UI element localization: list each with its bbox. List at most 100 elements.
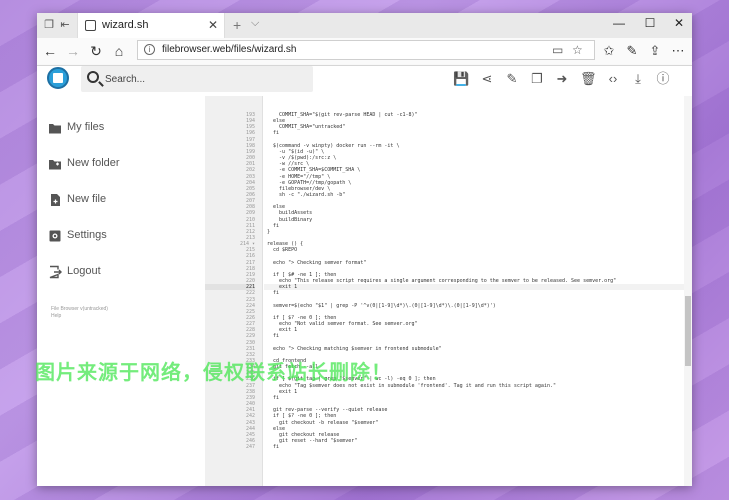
tab-close-icon[interactable]: ✕ <box>208 18 218 32</box>
code-line[interactable]: 193 COMMIT_SHA="$(git rev-parse HEAD | c… <box>205 112 692 118</box>
code-line[interactable]: 212} <box>205 229 692 235</box>
sidebar-item-new-folder[interactable]: New folder <box>37 152 205 176</box>
line-number: 194 <box>245 118 255 125</box>
code-line[interactable]: 239 fi <box>205 395 692 401</box>
code-line[interactable]: 226 if [ $? -ne 0 ]; then <box>205 315 692 321</box>
maximize-icon[interactable]: ☐ <box>640 16 660 30</box>
line-number: 199 <box>245 148 255 155</box>
favorites-icon[interactable]: ✩ <box>600 43 618 59</box>
code-line[interactable]: 200 -v /$(pwd):/src:z \ <box>205 155 692 161</box>
download-icon[interactable]: ⤓ <box>630 71 646 87</box>
pen-notes-icon[interactable]: ✎ <box>623 43 641 59</box>
more-options-icon[interactable]: ⋯ <box>669 43 687 59</box>
code-line[interactable]: 223 <box>205 297 692 303</box>
rename-icon[interactable]: ✎ <box>504 71 520 87</box>
share-page-icon[interactable]: ⇪ <box>646 43 664 59</box>
code-line[interactable]: 243 git checkout -b release "$semver" <box>205 420 692 426</box>
code-line[interactable]: 206 sh -c "./wizard.sh -b" <box>205 192 692 198</box>
code-line[interactable]: 196 fi <box>205 130 692 136</box>
line-number: 223 <box>245 296 255 303</box>
code-line[interactable]: 205 filebrowser/dev \ <box>205 186 692 192</box>
code-line[interactable]: 246 git reset --hard "$semver" <box>205 438 692 444</box>
line-code: if [ $? -ne 0 ]; then <box>267 413 337 420</box>
site-info-icon[interactable]: i <box>144 44 155 55</box>
code-line[interactable]: 227 echo "Not valid semver format. See s… <box>205 321 692 327</box>
code-line[interactable]: 216 <box>205 253 692 259</box>
code-line[interactable]: 195 COMMIT_SHA="untracked" <box>205 124 692 130</box>
code-line[interactable]: 198 $(command -v winpty) docker run --rm… <box>205 143 692 149</box>
home-icon[interactable]: ⌂ <box>110 43 128 59</box>
back-icon[interactable]: ← <box>41 43 59 59</box>
code-line[interactable]: 201 -w //src \ <box>205 161 692 167</box>
tab-back-icon[interactable]: ⇤ <box>59 19 71 31</box>
sidebar-item-settings[interactable]: Settings <box>37 224 205 248</box>
code-line[interactable]: 210 buildBinary <box>205 217 692 223</box>
new-tab-button[interactable]: + <box>233 17 241 33</box>
code-line[interactable]: 230 <box>205 340 692 346</box>
reading-view-icon[interactable]: ▭ <box>552 43 563 57</box>
browser-tab[interactable]: wizard.sh ✕ <box>77 13 225 38</box>
code-line[interactable]: 213 <box>205 235 692 241</box>
code-line[interactable]: 209 buildAssets <box>205 210 692 216</box>
save-icon[interactable]: 💾 <box>453 71 469 87</box>
info-icon[interactable]: ⓘ <box>655 71 671 87</box>
code-line[interactable]: 202 -e COMMIT_SHA=$COMMIT_SHA \ <box>205 167 692 173</box>
code-editor[interactable]: 193 COMMIT_SHA="$(git rev-parse HEAD | c… <box>205 96 692 486</box>
line-code: git rev-parse --verify --quiet release <box>267 407 388 414</box>
code-line[interactable]: 222 fi <box>205 290 692 296</box>
code-line[interactable]: 245 git checkout release <box>205 432 692 438</box>
code-line[interactable]: 208 else <box>205 204 692 210</box>
code-line[interactable]: 220 echo "This release script requires a… <box>205 278 692 284</box>
editor-scrollbar[interactable] <box>684 96 692 486</box>
line-number: 228 <box>245 327 255 334</box>
code-line[interactable]: 238 exit 1 <box>205 389 692 395</box>
search-input[interactable] <box>105 71 305 87</box>
delete-icon[interactable]: 🗑 <box>580 71 597 87</box>
help-link[interactable]: Help <box>51 313 61 319</box>
code-line[interactable]: 219 if [ $# -ne 1 ]; then <box>205 272 692 278</box>
code-line[interactable]: 224 semver=$(echo "$1" | grep -P '^v(0|[… <box>205 303 692 309</box>
code-line[interactable]: 207 <box>205 198 692 204</box>
minimize-icon[interactable]: — <box>609 16 629 30</box>
tab-actions-icon[interactable]: ❐ <box>43 19 55 31</box>
line-number: 210 <box>245 216 255 223</box>
sidebar-item-logout[interactable]: Logout <box>37 260 205 284</box>
code-line[interactable]: 247 fi <box>205 444 692 450</box>
code-line[interactable]: 229 fi <box>205 333 692 339</box>
share-icon[interactable]: ⋖ <box>479 71 495 87</box>
code-line[interactable]: 211 fi <box>205 223 692 229</box>
refresh-icon[interactable]: ↻ <box>87 43 105 60</box>
code-line[interactable]: 215 cd $REPO <box>205 247 692 253</box>
code-line[interactable]: 204 -e GOPATH=//tmp/gopath \ <box>205 180 692 186</box>
search-box[interactable] <box>81 66 313 92</box>
forward-icon[interactable]: → <box>64 43 82 59</box>
code-line[interactable]: 221 exit 1 <box>205 284 692 291</box>
line-number: 241 <box>245 407 255 414</box>
code-line[interactable]: 244 else <box>205 426 692 432</box>
line-code: echo "> Checking matching $semver in fro… <box>267 345 442 352</box>
copy-icon[interactable]: ❐ <box>529 71 545 87</box>
tab-list-button[interactable]: ⌵ <box>251 17 259 30</box>
code-line[interactable]: 240 <box>205 401 692 407</box>
code-line[interactable]: 199 -u "$(id -u)" \ <box>205 149 692 155</box>
sidebar-item-my-files[interactable]: My files <box>37 116 205 140</box>
code-line[interactable]: 194 else <box>205 118 692 124</box>
code-line[interactable]: 241 git rev-parse --verify --quiet relea… <box>205 407 692 413</box>
sidebar-item-new-file[interactable]: New file <box>37 188 205 212</box>
code-line[interactable]: 197 <box>205 137 692 143</box>
code-line[interactable]: 231 echo "> Checking matching $semver in… <box>205 346 692 352</box>
code-line[interactable]: 242 if [ $? -ne 0 ]; then <box>205 413 692 419</box>
code-line[interactable]: 218 <box>205 266 692 272</box>
url-field[interactable]: i filebrowser.web/files/wizard.sh ▭ ☆ <box>137 40 595 60</box>
code-line[interactable]: 217 echo "> Checking semver format" <box>205 260 692 266</box>
code-line[interactable]: 228 exit 1 <box>205 327 692 333</box>
move-icon[interactable]: ➜ <box>554 71 570 87</box>
close-window-icon[interactable]: ✕ <box>669 16 689 30</box>
code-line[interactable]: 203 -e HOME="//tmp" \ <box>205 174 692 180</box>
code-icon[interactable]: ‹› <box>605 71 621 87</box>
filebrowser-logo[interactable] <box>47 67 69 89</box>
code-line[interactable]: 225 <box>205 309 692 315</box>
favorite-star-icon[interactable]: ☆ <box>572 43 583 57</box>
code-line[interactable]: 214 ▾ release () { <box>205 241 692 247</box>
scroll-thumb[interactable] <box>685 296 691 366</box>
